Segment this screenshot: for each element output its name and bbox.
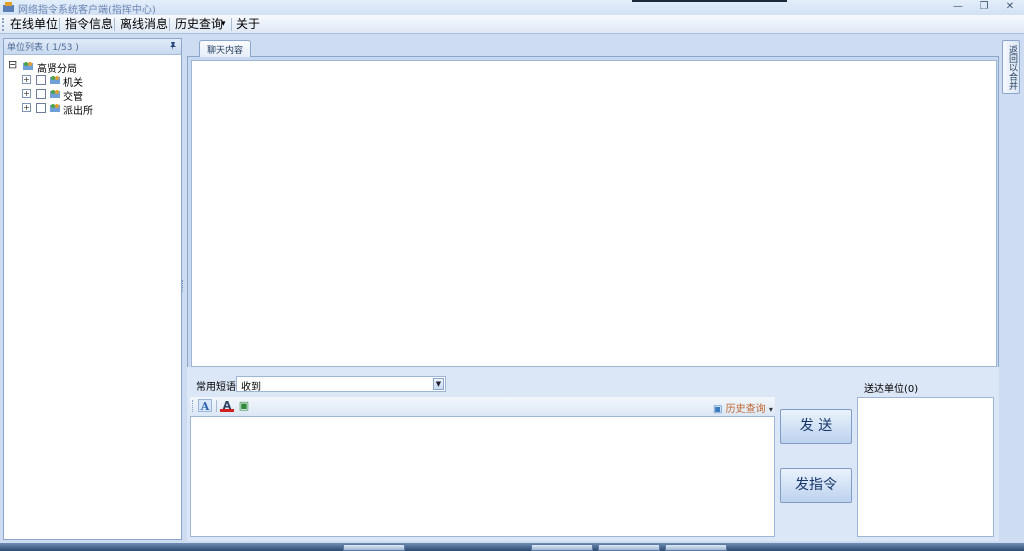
recipients-label: 送达单位(0) [864,384,919,395]
unit-list-panel: 单位列表 ( 1/53 ) ⊟ 高贤分局 + 机关 + 交管 + 派出所 [3,38,182,540]
tab-label: 聊天内容 [206,46,243,56]
menu-history-query[interactable]: 历史查询 [175,17,223,32]
menu-online-units[interactable]: 在线单位 [10,17,58,32]
tree-node-jiaoguan[interactable]: + 交管 [22,87,172,103]
menu-command-info[interactable]: 指令信息 [65,17,113,32]
group-icon [50,104,60,112]
tree-node-root[interactable]: ⊟ 高贤分局 [8,59,178,75]
group-icon [50,90,60,98]
expand-icon[interactable]: + [22,89,31,98]
chevron-down-icon[interactable]: ▼ [433,378,444,390]
toolbar-separator [216,400,217,412]
history-query-link[interactable]: ▣ 历史查询 ▾ [713,400,773,415]
minimize-button[interactable]: — [945,0,971,14]
text-color-icon[interactable]: A [220,399,234,412]
history-icon: ▣ [713,404,723,415]
common-phrases-value: 收到 [241,382,261,393]
send-button[interactable]: 发 送 [780,409,852,444]
compose-toolbar: A A ▣ [190,397,775,415]
tree-node-jiguan[interactable]: + 机关 [22,73,172,89]
group-icon [23,62,33,70]
tab-chat-content[interactable]: 聊天内容 [199,40,251,57]
chat-history-view[interactable] [191,60,997,367]
menu-bar: 在线单位 指令信息 离线消息 历史查询 ▾ 关于 [0,15,1024,34]
taskbar-button[interactable] [343,544,405,551]
font-icon[interactable]: A [198,399,212,413]
tree-node-checkbox[interactable] [36,89,46,99]
unit-list-title: 单位列表 ( 1/53 ) [7,43,79,53]
title-bar: 网络指令系统客户端(指挥中心) — ❐ ✕ [0,0,1024,16]
chevron-down-icon[interactable]: ▾ [221,17,226,32]
app-icon [3,2,14,12]
group-icon [50,76,60,84]
tree-node-label: 派出所 [63,106,93,117]
menu-offline-messages[interactable]: 离线消息 [120,17,168,32]
taskbar [0,543,1024,551]
right-panel-tab[interactable]: 返回以合并 [1002,40,1020,94]
close-button[interactable]: ✕ [997,0,1023,14]
expand-icon[interactable]: + [22,75,31,84]
chevron-down-icon[interactable]: ▾ [769,405,773,414]
collapse-icon[interactable]: ⊟ [8,59,17,70]
recipients-list[interactable] [857,397,994,537]
menu-separator [59,18,60,31]
splitter-handle[interactable] [182,280,185,292]
expand-icon[interactable]: + [22,103,31,112]
tree-node-paichusuo[interactable]: + 派出所 [22,101,172,117]
menu-separator [169,18,170,31]
common-phrases-select[interactable]: 收到 ▼ [236,376,446,393]
unit-list-header: 单位列表 ( 1/53 ) [4,39,181,55]
window-title: 网络指令系统客户端(指挥中心) [18,5,156,16]
common-phrases-label: 常用短语 [196,382,236,393]
menu-separator [114,18,115,31]
tree-node-checkbox[interactable] [36,103,46,113]
taskbar-button[interactable] [531,544,593,551]
restore-button[interactable]: ❐ [971,0,997,14]
tree-node-checkbox[interactable] [36,75,46,85]
history-query-label: 历史查询 [725,404,766,415]
title-bar-artifact [632,0,787,2]
taskbar-button[interactable] [665,544,727,551]
toolbar-grip [192,400,193,412]
pin-icon[interactable] [168,41,178,51]
taskbar-button[interactable] [598,544,660,551]
send-command-button[interactable]: 发指令 [780,468,852,503]
image-icon[interactable]: ▣ [237,399,251,412]
menu-separator [231,18,232,31]
menu-grip[interactable] [2,18,4,31]
message-input[interactable] [190,416,775,537]
menu-about[interactable]: 关于 [236,17,260,32]
right-panel-tab-label: 返回以合并 [1007,45,1017,90]
